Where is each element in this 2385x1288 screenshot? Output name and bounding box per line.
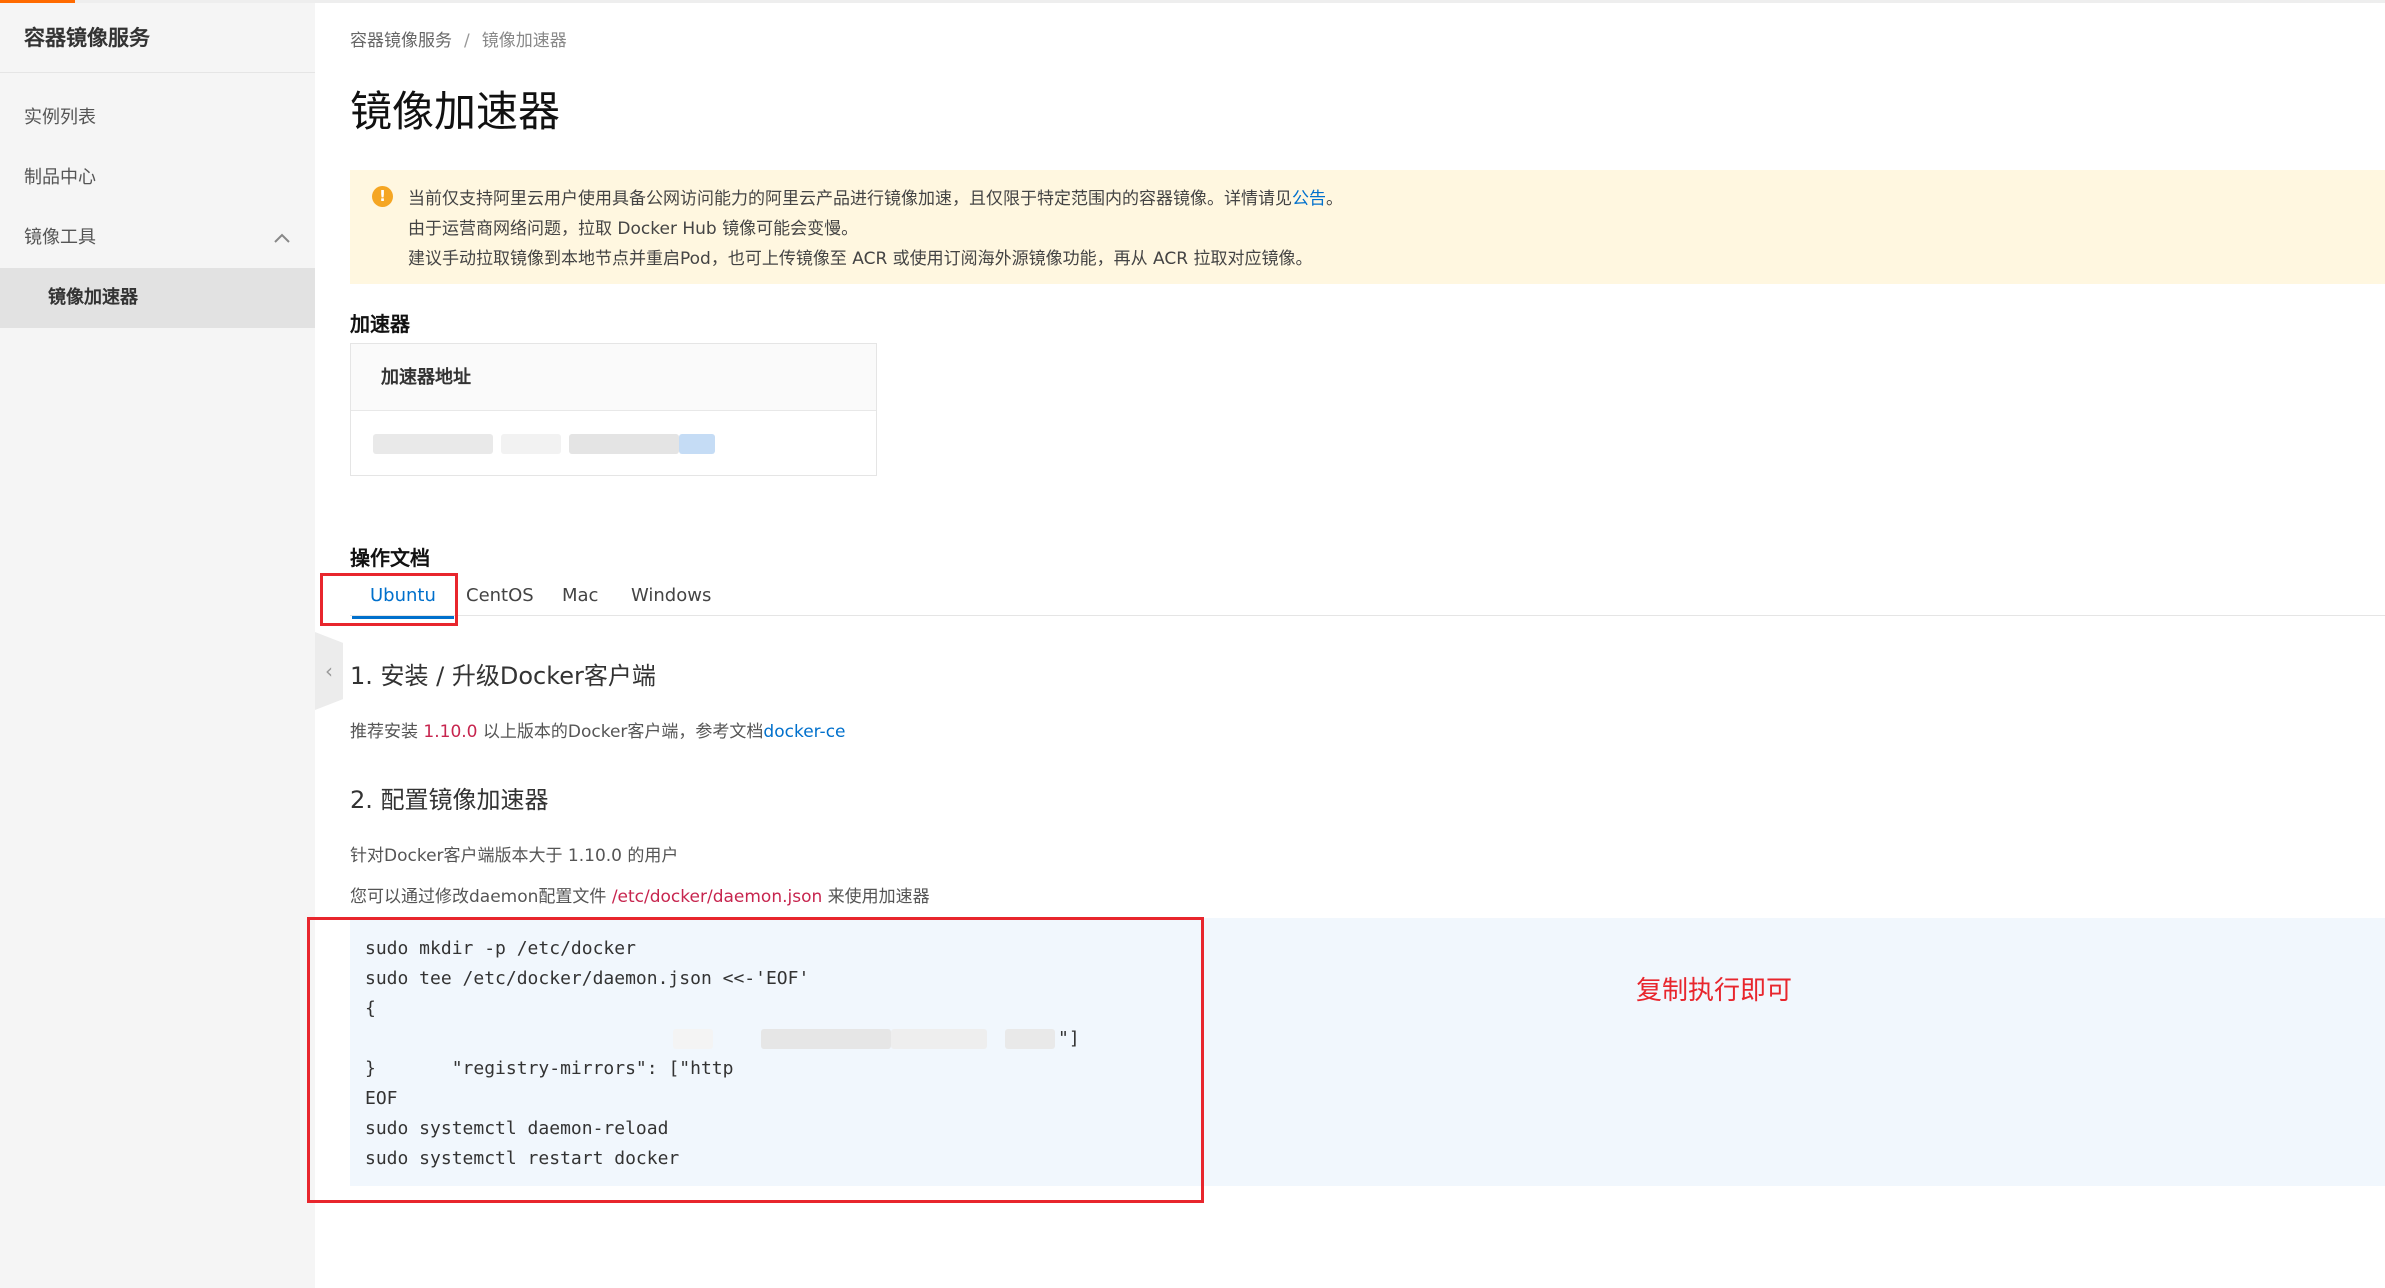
daemon-json-path: /etc/docker/daemon.json [611, 887, 823, 907]
breadcrumb-current: 镜像加速器 [481, 31, 567, 51]
step1-title: 1. 安装 / 升级Docker客户端 [350, 662, 656, 690]
sidebar-item-image-tools[interactable]: 镜像工具 [0, 208, 315, 268]
redacted-address [569, 434, 679, 454]
code-line-registry-mirrors: "registry-mirrors": ["http "] [430, 1028, 1080, 1079]
docker-ce-link[interactable]: docker-ce [763, 722, 845, 742]
code-line: sudo systemctl restart docker [365, 1148, 680, 1169]
redacted-address [679, 434, 715, 454]
breadcrumb-root[interactable]: 容器镜像服务 [350, 31, 452, 51]
tab-centos[interactable]: CentOS [466, 576, 534, 616]
redacted-url [761, 1029, 891, 1049]
main-content: 容器镜像服务 / 镜像加速器 镜像加速器 ! 当前仅支持阿里云用户使用具备公网访问能… [350, 0, 2385, 1288]
tab-mac[interactable]: Mac [562, 576, 598, 616]
code-block[interactable]: sudo mkdir -p /etc/docker sudo tee /etc/… [350, 918, 2385, 1186]
code-line: { [365, 998, 376, 1019]
annotation-copy-and-run: 复制执行即可 [1636, 976, 1793, 1006]
accelerator-section-label: 加速器 [350, 312, 410, 336]
sidebar-title: 容器镜像服务 [0, 3, 315, 73]
notice-announcement-link[interactable]: 公告 [1292, 189, 1326, 209]
notice-line-3: 建议手动拉取镜像到本地节点并重启Pod，也可上传镜像至 ACR 或使用订阅海外源… [408, 249, 1313, 269]
accelerator-address-cell[interactable] [351, 411, 876, 476]
sidebar-item-artifact-center[interactable]: 制品中心 [0, 148, 315, 208]
accelerator-table: 加速器地址 [350, 343, 877, 476]
os-tabs: Ubuntu CentOS Mac Windows [350, 576, 2385, 619]
code-line: sudo tee /etc/docker/daemon.json <<-'EOF… [365, 968, 810, 989]
chevron-left-icon: ‹ [325, 659, 333, 683]
code-line: sudo mkdir -p /etc/docker [365, 938, 636, 959]
accelerator-address-header: 加速器地址 [351, 344, 876, 411]
redacted-address [373, 434, 493, 454]
sidebar-collapse-button[interactable]: ‹ [315, 632, 343, 710]
notice-line-2: 由于运营商网络问题，拉取 Docker Hub 镜像可能会变慢。 [408, 219, 859, 239]
code-line: sudo systemctl daemon-reload [365, 1118, 669, 1139]
step2-title: 2. 配置镜像加速器 [350, 786, 549, 814]
step1-text: 推荐安装 1.10.0 以上版本的Docker客户端，参考文档docker-ce [350, 722, 846, 742]
redacted-url [673, 1029, 713, 1049]
tab-windows[interactable]: Windows [631, 576, 711, 616]
breadcrumb-separator: / [464, 31, 470, 51]
notice-banner: ! 当前仅支持阿里云用户使用具备公网访问能力的阿里云产品进行镜像加速，且仅限于特… [350, 170, 2385, 284]
code-line: } [365, 1058, 376, 1079]
page-title: 镜像加速器 [350, 87, 561, 136]
redacted-url [891, 1029, 987, 1049]
redacted-address [501, 434, 561, 454]
step2-line2: 您可以通过修改daemon配置文件 /etc/docker/daemon.jso… [350, 887, 930, 907]
docker-version: 1.10.0 [423, 722, 478, 742]
warning-icon: ! [372, 186, 393, 207]
step2-line1: 针对Docker客户端版本大于 1.10.0 的用户 [350, 846, 679, 866]
sidebar-item-label: 镜像工具 [24, 227, 96, 248]
code-line: EOF [365, 1088, 398, 1109]
notice-line-1: 当前仅支持阿里云用户使用具备公网访问能力的阿里云产品进行镜像加速，且仅限于特定范… [408, 189, 1343, 209]
docs-section-label: 操作文档 [350, 546, 430, 570]
tab-ubuntu[interactable]: Ubuntu [352, 576, 454, 619]
chevron-up-icon[interactable] [273, 208, 291, 293]
sidebar: 容器镜像服务 实例列表 制品中心 镜像工具 镜像加速器 [0, 3, 315, 1288]
breadcrumb: 容器镜像服务 / 镜像加速器 [350, 26, 567, 51]
sidebar-item-instance-list[interactable]: 实例列表 [0, 88, 315, 148]
sidebar-item-image-accelerator[interactable]: 镜像加速器 [0, 268, 315, 328]
redacted-url [1005, 1029, 1055, 1049]
